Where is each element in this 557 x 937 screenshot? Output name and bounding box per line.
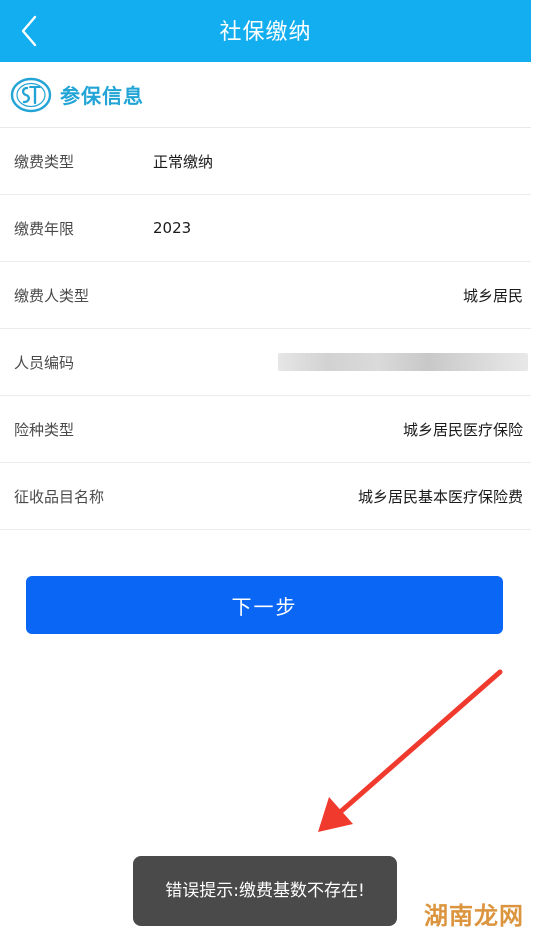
row-payer-type: 缴费人类型 城乡居民: [0, 262, 531, 329]
social-insurance-logo-icon: [10, 77, 52, 112]
section-title: 参保信息: [60, 84, 144, 108]
blurred-person-code: [278, 353, 528, 371]
row-insurance-type: 险种类型 城乡居民医疗保险: [0, 396, 531, 463]
row-value: 2023: [153, 219, 192, 237]
row-person-code: 人员编码: [0, 329, 531, 396]
row-label: 征收品目名称: [14, 487, 105, 506]
row-label: 人员编码: [14, 353, 75, 372]
row-value: 城乡居民基本医疗保险费: [357, 487, 523, 506]
row-value: 城乡居民医疗保险: [402, 420, 523, 439]
section-header: 参保信息: [0, 62, 531, 128]
row-payment-type: 缴费类型 正常缴纳: [0, 128, 531, 195]
row-value: 城乡居民: [462, 286, 523, 305]
row-collection-item: 征收品目名称 城乡居民基本医疗保险费: [0, 463, 531, 530]
top-nav-bar: 社保缴纳: [0, 0, 531, 62]
row-label: 缴费类型: [14, 152, 75, 171]
row-label: 缴费年限: [14, 219, 75, 238]
insurance-info-list: 缴费类型 正常缴纳 缴费年限 2023 缴费人类型 城乡居民 人员编码 险种类型…: [0, 128, 531, 530]
row-value: 正常缴纳: [153, 152, 214, 171]
row-label: 缴费人类型: [14, 286, 90, 305]
row-label: 险种类型: [14, 420, 75, 439]
error-toast: 错误提示:缴费基数不存在!: [133, 856, 397, 926]
next-step-button[interactable]: 下一步: [26, 576, 503, 634]
row-payment-year: 缴费年限 2023: [0, 195, 531, 262]
site-watermark: 湖南龙网: [424, 902, 524, 930]
page-title: 社保缴纳: [219, 20, 312, 45]
